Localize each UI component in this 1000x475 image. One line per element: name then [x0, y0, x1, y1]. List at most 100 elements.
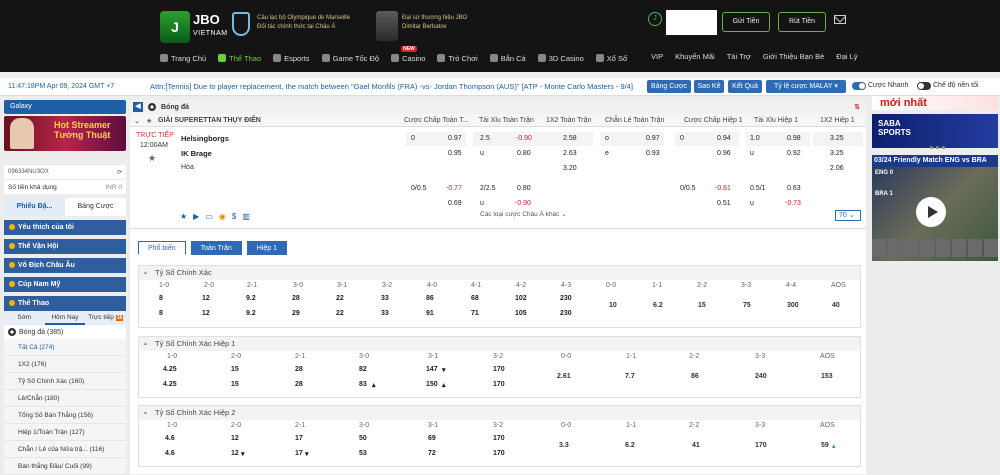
olympics-header[interactable]: Thế Vận Hội: [4, 239, 126, 254]
more-markets-count[interactable]: 70 ⌄: [835, 210, 861, 221]
mail-icon[interactable]: [834, 15, 846, 24]
nav-speed-games[interactable]: Game Tốc Độ: [321, 54, 379, 63]
odds-cell[interactable]: 4.6: [165, 435, 175, 442]
odds-cell[interactable]: 28: [295, 366, 303, 373]
tab-today[interactable]: Hôm Nay: [44, 311, 86, 325]
odds-cell[interactable]: 8: [159, 295, 163, 302]
nav-agent[interactable]: Đại Lý: [836, 52, 857, 64]
odds-cell[interactable]: -0.90: [515, 197, 531, 211]
odds-cell[interactable]: 153: [821, 373, 833, 380]
odds-cell[interactable]: 2.63: [563, 147, 577, 161]
odds-cell[interactable]: 0.97: [646, 132, 660, 146]
site-logo[interactable]: J JBO VIETNAM: [160, 11, 227, 45]
odds-cell[interactable]: 0.96: [717, 147, 731, 161]
odds-cell[interactable]: 6.2: [653, 302, 663, 309]
odds-cell[interactable]: 50: [359, 435, 367, 442]
market-item[interactable]: Chẵn / Lẻ của Nửa trậ... (116): [4, 441, 126, 458]
promo-banner-latest[interactable]: mới nhất: [872, 96, 998, 110]
deposit-button[interactable]: Gửi Tiền: [722, 12, 770, 32]
odds-cell[interactable]: 0.51: [717, 197, 731, 211]
market-item[interactable]: Lẻ/Chẵn (180): [4, 390, 126, 407]
more-asian-odds-link[interactable]: Các loại cược Châu Á khác ⌄: [480, 210, 567, 218]
favorites-header[interactable]: Yêu thích của tôi: [4, 220, 126, 235]
nav-fishing[interactable]: Bắn Cá: [489, 54, 526, 63]
odds-cell[interactable]: 68: [471, 295, 479, 302]
account-row[interactable]: 096334NU3OX ⟳: [4, 165, 126, 179]
odds-cell[interactable]: 59: [821, 442, 829, 449]
tab-popular[interactable]: Phổ biến: [138, 241, 186, 255]
odds-cell[interactable]: 28: [292, 295, 300, 302]
odds-cell[interactable]: 7.7: [625, 373, 635, 380]
dark-mode-toggle[interactable]: [917, 82, 931, 90]
market-item[interactable]: Tỷ Số Chính Xác (160): [4, 373, 126, 390]
market-item[interactable]: 1X2 (176): [4, 356, 126, 373]
match-favorite-star-icon[interactable]: ★: [148, 153, 156, 164]
odds-cell[interactable]: 2.06: [830, 162, 844, 176]
odds-cell[interactable]: -0.90: [516, 132, 532, 146]
play-icon[interactable]: ▶: [193, 212, 199, 221]
play-icon[interactable]: [916, 197, 946, 227]
odds-cell[interactable]: 0.63: [787, 182, 801, 196]
odds-cell[interactable]: 147: [426, 366, 438, 373]
odds-cell[interactable]: 15: [698, 302, 706, 309]
nav-home[interactable]: Trang Chủ: [160, 54, 206, 63]
sort-icon[interactable]: ⇅: [854, 103, 860, 111]
nav-casino[interactable]: Casino NEW: [391, 45, 425, 63]
market-item[interactable]: Tổng Số Bàn Thắng (156): [4, 407, 126, 424]
nav-promotions[interactable]: Khuyến Mãi: [675, 52, 715, 64]
odds-cell[interactable]: 12: [231, 435, 239, 442]
tab-first-half[interactable]: Hiệp 1: [246, 241, 288, 255]
odds-cell[interactable]: 9.2: [246, 295, 256, 302]
odds-cell[interactable]: 6.2: [625, 442, 635, 449]
odds-cell[interactable]: 17: [295, 435, 303, 442]
tab-early[interactable]: Sớm: [4, 311, 45, 325]
quick-bet-toggle[interactable]: [852, 82, 866, 90]
bet-list-button[interactable]: Bảng Cược: [647, 80, 691, 93]
odds-cell[interactable]: 3.20: [563, 162, 577, 176]
odds-cell[interactable]: 86: [426, 295, 434, 302]
odds-cell[interactable]: 82: [359, 366, 367, 373]
odds-cell[interactable]: -0.77: [446, 182, 462, 196]
market-item[interactable]: Tất Cả (274): [4, 339, 126, 356]
odds-cell[interactable]: 40: [832, 302, 840, 309]
odds-cell[interactable]: 12: [202, 295, 210, 302]
tab-live[interactable]: Trực tiếp 16: [85, 311, 126, 325]
user-info-box[interactable]: [666, 10, 717, 35]
odds-cell[interactable]: 33: [381, 295, 389, 302]
odds-cell[interactable]: -0.73: [785, 197, 801, 211]
statement-button[interactable]: Sao Kê: [694, 80, 724, 93]
nav-esports[interactable]: Esports: [273, 54, 310, 63]
odds-cell[interactable]: 2.61: [557, 373, 571, 380]
odds-cell[interactable]: 170: [493, 366, 505, 373]
odds-cell[interactable]: 69: [428, 435, 436, 442]
back-arrow-icon[interactable]: ◀: [133, 102, 143, 112]
section-title[interactable]: Tỷ Số Chính Xác: [139, 266, 860, 280]
section-title[interactable]: Tỷ Số Chính Xác Hiệp 2: [139, 406, 860, 420]
streamer-banner[interactable]: Hot Streamer Tướng Thuật: [4, 116, 126, 151]
market-item[interactable]: Bàn thắng Đầu/ Cuối (99): [4, 458, 126, 475]
odds-cell[interactable]: 170: [493, 435, 505, 442]
odds-cell[interactable]: 3.3: [559, 442, 569, 449]
chart-icon[interactable]: ▥: [242, 212, 250, 221]
nav-referral[interactable]: Giới Thiệu Bạn Bè: [763, 52, 824, 64]
saba-sports-banner[interactable]: SABA SPORTS: [872, 114, 998, 148]
odds-cell[interactable]: 41: [692, 442, 700, 449]
odds-cell[interactable]: 240: [755, 373, 767, 380]
collapse-icon[interactable]: ⌄: [134, 117, 140, 125]
odds-cell[interactable]: 230: [560, 295, 572, 302]
tab-bet-slip[interactable]: Phiếu Đặ...: [4, 198, 65, 216]
live-icon[interactable]: ◉: [219, 212, 226, 221]
league-name[interactable]: GIẢI SUPERETTAN THỤY ĐIỂN: [158, 117, 261, 124]
odds-cell[interactable]: 3.25: [830, 132, 844, 146]
odds-cell[interactable]: 2.58: [563, 132, 577, 146]
odds-type-select[interactable]: Tỷ lệ cược MALAY ▾: [766, 80, 846, 93]
nav-3d-casino[interactable]: 3D Casino: [537, 54, 584, 63]
results-button[interactable]: Kết Quả: [728, 80, 762, 93]
sports-header[interactable]: Thể Thao: [4, 296, 126, 311]
odds-cell[interactable]: 0.80: [517, 147, 531, 161]
favorite-star-icon[interactable]: ★: [146, 117, 152, 125]
odds-cell[interactable]: 0.95: [448, 147, 462, 161]
odds-cell[interactable]: 10: [609, 302, 617, 309]
refresh-icon[interactable]: ⟳: [117, 169, 122, 176]
odds-cell[interactable]: 0.92: [787, 147, 801, 161]
